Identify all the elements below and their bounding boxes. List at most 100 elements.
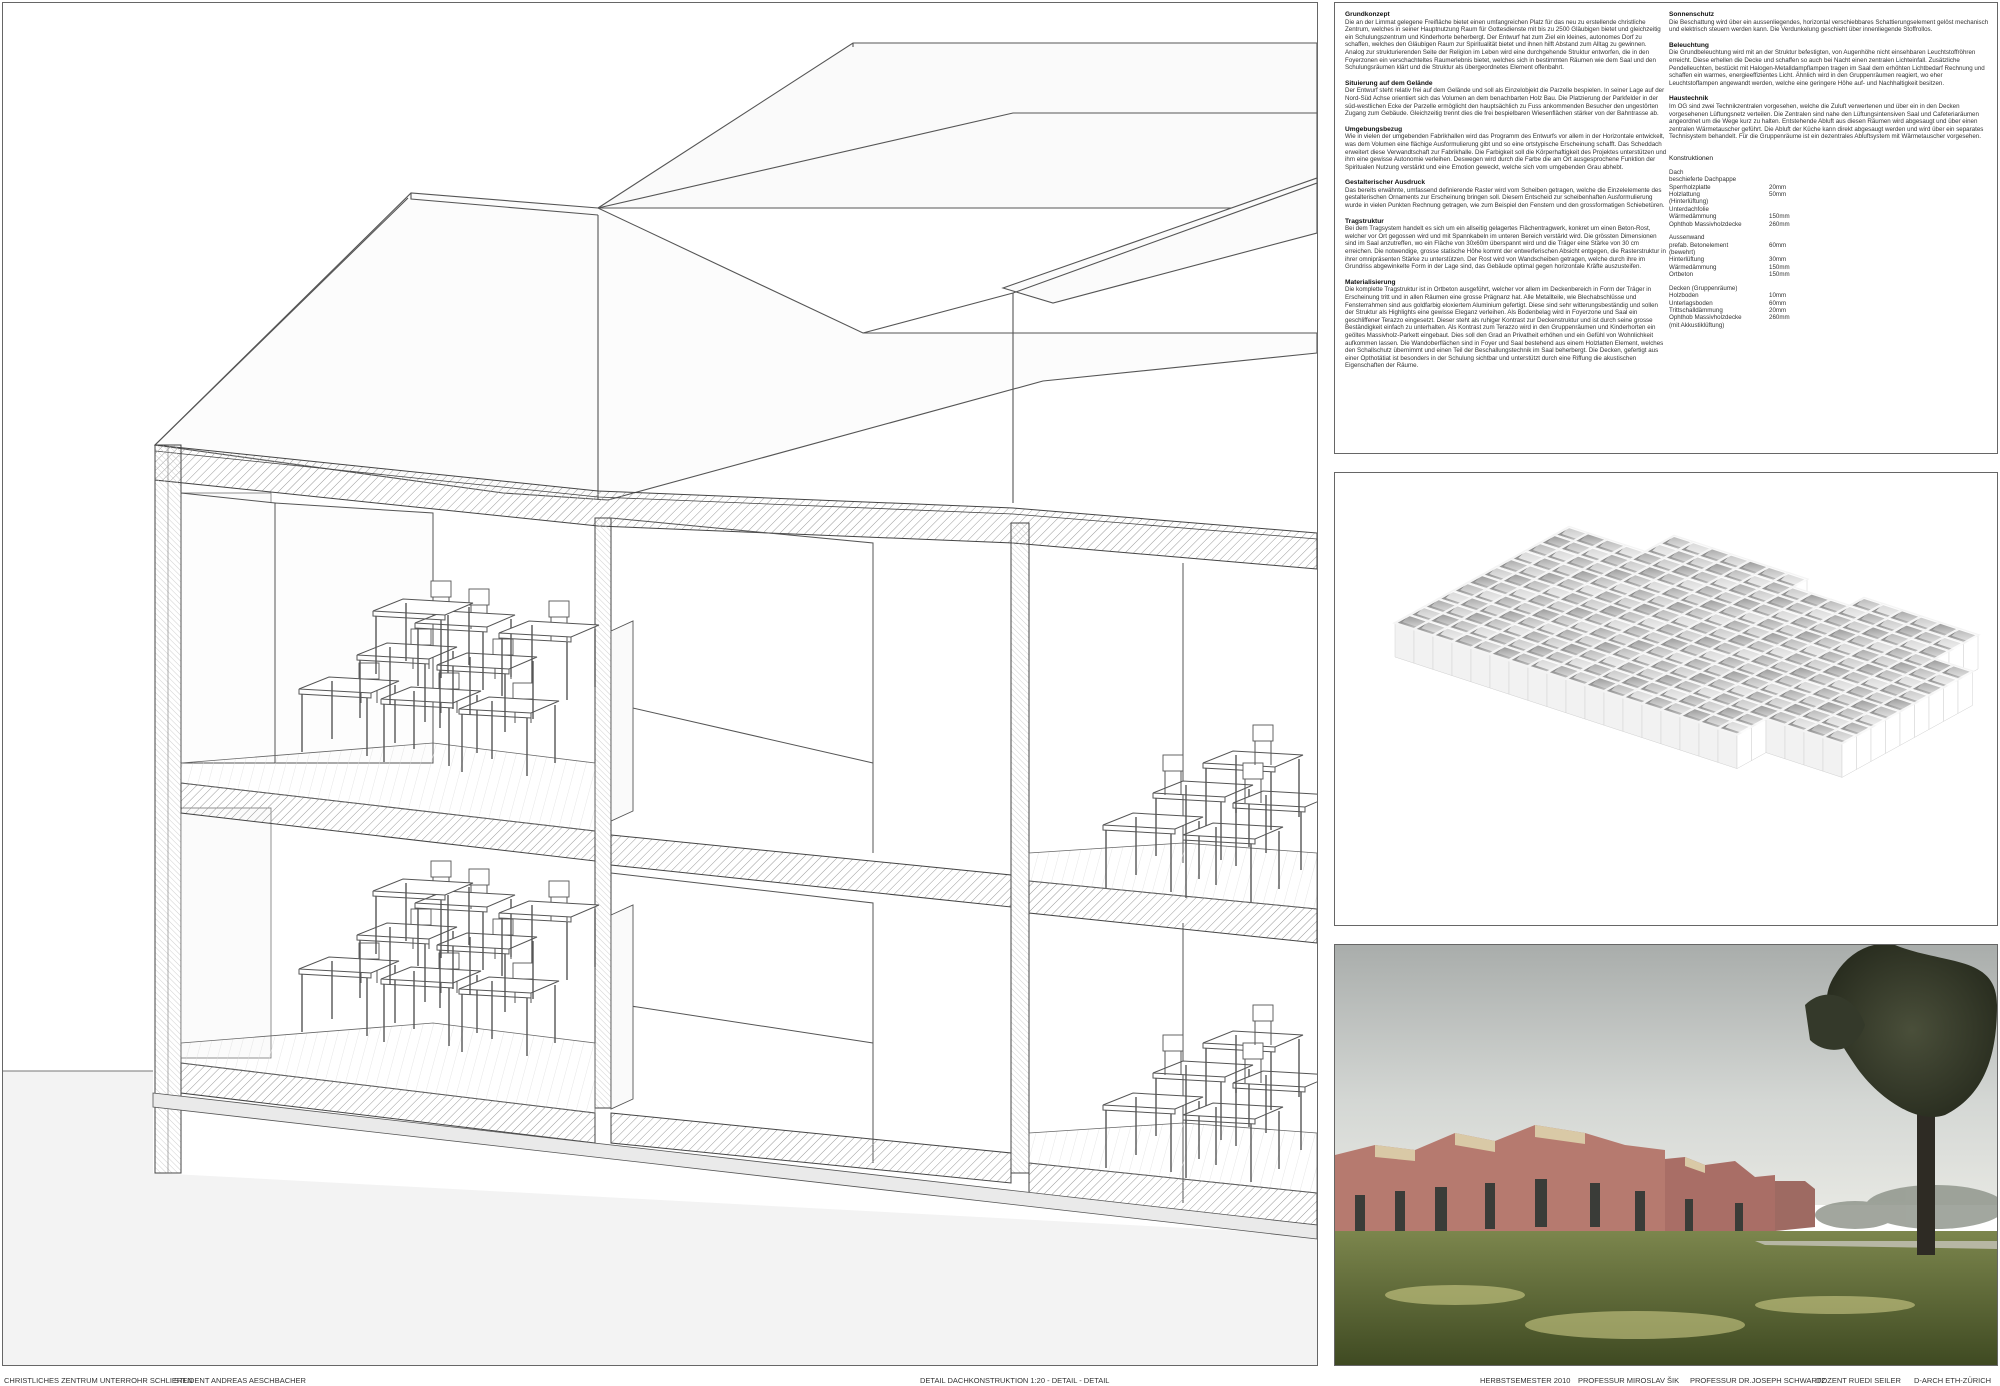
roof xyxy=(153,42,1317,503)
constructions-block: Konstruktionen Dach beschieferte Dachpapp… xyxy=(1669,155,1991,329)
table-top xyxy=(436,652,538,670)
layer-thickness: 50mm xyxy=(1769,190,1787,198)
text-section: Grundkonzept Die an der Limmat gelegene F… xyxy=(1345,11,1667,72)
layer-thickness: 260mm xyxy=(1769,220,1790,228)
table-top xyxy=(1102,812,1204,830)
text-section: Umgebungsbezug Wie in vielen der umgebend… xyxy=(1345,126,1667,172)
layer-thickness: 30mm xyxy=(1769,256,1787,264)
section-heading: Sonnenschutz xyxy=(1669,11,1715,18)
construction-group: Dach beschieferte Dachpappe Sperrholzplatt… xyxy=(1669,169,1991,228)
chair-back xyxy=(438,952,460,970)
chair-back xyxy=(1242,762,1264,780)
text-section: Haustechnik Im OG sind zwei Technikzentra… xyxy=(1669,95,1991,141)
chair-back xyxy=(492,918,514,936)
footer-student: STUDENT ANDREAS AESCHBACHER xyxy=(174,1376,306,1385)
construction-layer-row: beschieferte Dachpappe xyxy=(1669,176,1804,183)
construction-layer-row: prefab. Betonelement 60mm xyxy=(1669,242,1804,249)
layer-thickness: 150mm xyxy=(1769,271,1790,279)
footer-project: CHRISTLICHES ZENTRUM UNTERROHR SCHLIEREN xyxy=(4,1376,193,1385)
technical-notes: Sonnenschutz Die Beschattung wird über ei… xyxy=(1669,11,1991,141)
exterior-rendering-panel xyxy=(1334,944,1998,1366)
layer-thickness xyxy=(1769,322,1804,329)
chair-back xyxy=(1162,754,1184,772)
construction-group-name: Dach xyxy=(1669,168,1684,176)
constructions-title: Konstruktionen xyxy=(1669,154,1713,162)
layer-thickness xyxy=(1769,198,1804,205)
section-body: Das bereits erwähnte, umfassend definier… xyxy=(1345,186,1665,210)
layer-material: Holzlattung xyxy=(1669,190,1700,198)
chair-back xyxy=(492,638,514,656)
construction-layer-row: Ophthob Massivholzdecke 260mm xyxy=(1669,221,1804,228)
table-top xyxy=(1152,780,1254,798)
layer-thickness: 10mm xyxy=(1769,292,1787,300)
layer-thickness: 260mm xyxy=(1769,314,1790,322)
footer-institution: D-ARCH ETH-ZÜRICH xyxy=(1914,1376,1992,1385)
ground-plane xyxy=(3,1071,1317,1365)
section-body: Bei dem Tragsystem handelt es sich um ei… xyxy=(1345,225,1666,271)
footer-professor-2: PROFESSUR DR.JOSEPH SCHWARTZ xyxy=(1690,1376,1826,1385)
roof-structure-model-panel xyxy=(1334,472,1998,926)
construction-layer-table: prefab. Betonelement 60mm (bewehrt) Hinterl… xyxy=(1669,242,1804,279)
project-description-panel: Grundkonzept Die an der Limmat gelegene F… xyxy=(1334,2,1998,454)
table-top xyxy=(498,900,600,918)
layer-material: (bewehrt) xyxy=(1669,248,1696,256)
layer-thickness: 60mm xyxy=(1769,299,1787,307)
table-top xyxy=(498,620,600,638)
section-heading: Gestalterischer Ausdruck xyxy=(1345,179,1426,187)
layer-material: Trittschalldämmung xyxy=(1669,306,1723,314)
text-section: Materialisierung Die komplette Tragstrukt… xyxy=(1345,279,1667,370)
layer-material: Wärmedämmung xyxy=(1669,263,1717,271)
section-drawing-panel xyxy=(2,2,1318,1366)
construction-layer-table: Holzboden 10mm Unterlagsboden 60mm Trittscha… xyxy=(1669,292,1804,329)
table-top xyxy=(1232,1070,1317,1088)
section-body: Die an der Limmat gelegene Freifläche bi… xyxy=(1345,18,1661,72)
construction-layer-row: Holzlattung 50mm xyxy=(1669,191,1804,198)
section-heading: Umgebungsbezug xyxy=(1345,125,1403,133)
layer-material: (Hinterlüftung) xyxy=(1669,198,1709,206)
construction-layer-row: Trittschalldämmung 20mm xyxy=(1669,307,1804,314)
table-top xyxy=(1182,822,1284,840)
section-heading: Haustechnik xyxy=(1669,95,1709,103)
section-body: Der Entwurf steht relativ frei auf dem G… xyxy=(1345,87,1665,118)
table-top xyxy=(458,696,560,714)
text-section: Gestalterischer Ausdruck Das bereits erwä… xyxy=(1345,179,1667,209)
construction-layer-row: Wärmedämmung 150mm xyxy=(1669,264,1804,271)
table-top xyxy=(1102,1092,1204,1110)
description-column-right: Sonnenschutz Die Beschattung wird über ei… xyxy=(1669,11,1991,337)
chair-back xyxy=(512,682,534,700)
description-column-left: Grundkonzept Die an der Limmat gelegene F… xyxy=(1345,11,1667,378)
table-top xyxy=(1232,790,1317,808)
layer-material: Holzboden xyxy=(1669,292,1699,300)
section-body: Die Grundbeleuchtung wird mit an der Str… xyxy=(1669,49,1985,87)
text-section: Situierung auf dem Gelände Der Entwurf st… xyxy=(1345,80,1667,118)
section-heading: Grundkonzept xyxy=(1345,11,1390,18)
layer-thickness: 150mm xyxy=(1769,213,1790,221)
construction-layer-row: Unterdachfolie xyxy=(1669,206,1804,213)
construction-group-name: Decken (Gruppenräume) xyxy=(1669,284,1738,292)
layer-material: Ophthob Massivholzdecke xyxy=(1669,220,1742,228)
section-heading: Situierung auf dem Gelände xyxy=(1345,79,1433,87)
construction-layer-row: Unterlagsboden 60mm xyxy=(1669,300,1804,307)
layer-material: prefab. Betonelement xyxy=(1669,241,1729,249)
chair-back xyxy=(548,880,570,898)
layer-material: Ophthob Massivholzdecke xyxy=(1669,314,1742,322)
table-top xyxy=(1152,1060,1254,1078)
construction-group: Decken (Gruppenräume) Holzboden 10mm Unterl… xyxy=(1669,285,1991,330)
layer-thickness: 20mm xyxy=(1769,183,1787,191)
roof-grid-model xyxy=(1392,525,1981,778)
section-heading: Beleuchtung xyxy=(1669,41,1709,49)
chair-back xyxy=(1162,1034,1184,1052)
chair-back xyxy=(1252,724,1274,742)
text-section: Beleuchtung Die Grundbeleuchtung wird mit… xyxy=(1669,42,1991,88)
construction-group-name: Aussenwand xyxy=(1669,233,1705,241)
layer-thickness xyxy=(1769,249,1804,256)
section-body: Die komplette Tragstruktur ist in Ortbet… xyxy=(1345,286,1664,370)
layer-thickness: 20mm xyxy=(1769,306,1787,314)
exterior-rendering xyxy=(1335,945,1997,1365)
table-top xyxy=(380,966,482,984)
footer-professor-1: PROFESSUR MIROSLAV ŠIK xyxy=(1578,1376,1680,1385)
chair-back xyxy=(548,600,570,618)
chair-back xyxy=(410,628,432,646)
layer-thickness xyxy=(1769,176,1804,183)
construction-layer-row: (bewehrt) xyxy=(1669,249,1804,256)
